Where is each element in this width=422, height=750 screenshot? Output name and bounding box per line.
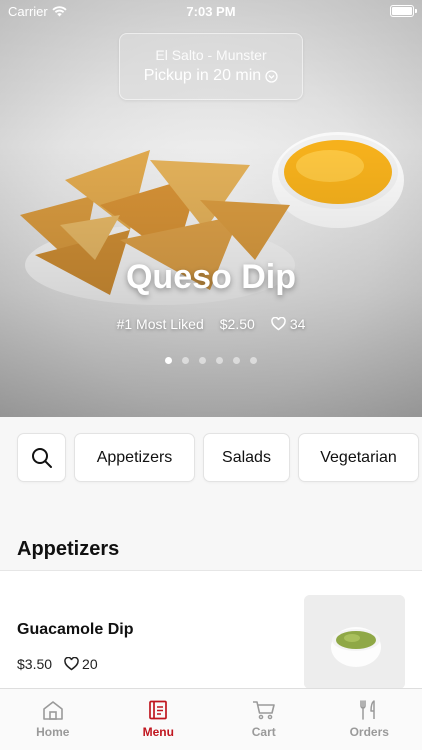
item-likes[interactable]: 20 (64, 656, 98, 672)
tab-label: Home (36, 725, 70, 739)
hero-title: Queso Dip (125, 258, 297, 296)
page-dot[interactable] (250, 357, 257, 364)
home-icon (42, 701, 63, 720)
item-image (304, 595, 405, 689)
category-appetizers[interactable]: Appetizers (74, 433, 195, 482)
hero-likes-count: 34 (289, 316, 306, 332)
hero-price: $2.50 (219, 316, 255, 332)
category-vegetarian[interactable]: Vegetarian (298, 433, 419, 482)
menu-item[interactable]: Guacamole Dip $3.50 20 (0, 571, 422, 689)
location-selector[interactable]: El Salto - Munster Pickup in 20 min (119, 33, 303, 100)
search-icon (31, 447, 52, 468)
page-dot[interactable] (216, 357, 223, 364)
item-price: $3.50 (17, 656, 53, 672)
category-label: Salads (222, 448, 271, 466)
section-title: Appetizers (17, 538, 120, 560)
heart-icon (64, 657, 79, 671)
search-button[interactable] (17, 433, 66, 482)
battery-icon (390, 5, 417, 17)
tab-bar: Home Menu Cart Orders (0, 688, 422, 750)
location-name: El Salto - Munster (155, 47, 267, 63)
item-likes-count: 20 (82, 656, 98, 672)
category-bar: Appetizers Salads Vegetarian (0, 417, 422, 499)
hero-meta: #1 Most Liked $2.50 34 (0, 316, 422, 332)
category-label: Vegetarian (320, 448, 397, 466)
page-indicator[interactable] (0, 357, 422, 364)
tab-label: Menu (142, 725, 174, 739)
category-label: Appetizers (96, 448, 173, 466)
item-name: Guacamole Dip (17, 621, 134, 638)
menu-icon (149, 700, 168, 720)
page-dot[interactable] (199, 357, 206, 364)
orders-icon (360, 700, 375, 720)
page-dot[interactable] (165, 357, 172, 364)
item-meta: $3.50 20 (17, 656, 98, 672)
hero-carousel[interactable]: Carrier 7:03 PM El Salto - Munster Picku… (0, 0, 422, 417)
hero-tag: #1 Most Liked (116, 316, 204, 332)
cart-icon (252, 701, 275, 720)
page-dot[interactable] (182, 357, 189, 364)
status-bar: Carrier 7:03 PM (0, 0, 422, 22)
tab-orders[interactable]: Orders (317, 689, 422, 750)
heart-icon (271, 317, 286, 331)
tab-home[interactable]: Home (0, 689, 106, 750)
category-salads[interactable]: Salads (203, 433, 290, 482)
tab-label: Orders (349, 725, 389, 739)
tab-label: Cart (251, 725, 276, 739)
page-dot[interactable] (233, 357, 240, 364)
status-time: 7:03 PM (186, 4, 236, 19)
tab-cart[interactable]: Cart (211, 689, 317, 750)
hero-likes[interactable]: 34 (271, 316, 306, 332)
pickup-time: Pickup in 20 min (143, 67, 262, 84)
chevron-circle-icon (265, 69, 278, 83)
tab-menu[interactable]: Menu (106, 689, 212, 750)
